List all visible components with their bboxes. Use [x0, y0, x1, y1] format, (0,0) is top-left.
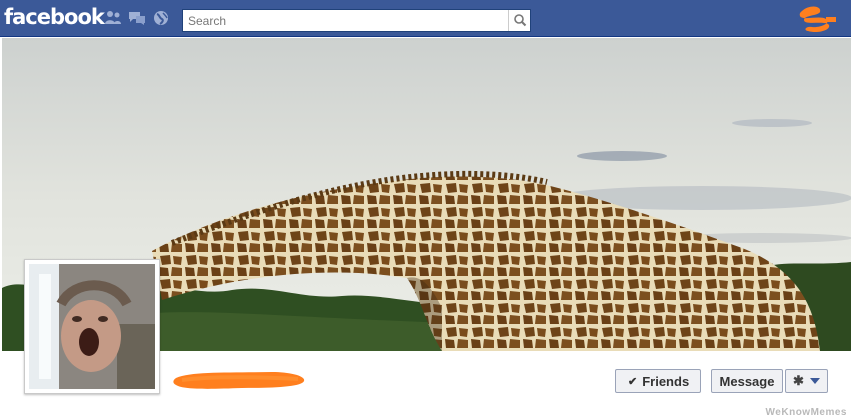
message-button[interactable]: Message — [711, 369, 783, 393]
gear-icon: ✱ — [793, 373, 804, 388]
search-input[interactable] — [183, 10, 509, 31]
profile-picture[interactable] — [24, 259, 160, 394]
friend-requests-icon[interactable] — [104, 10, 122, 26]
search-icon — [514, 14, 527, 27]
search-box — [182, 9, 531, 32]
watermark: WeKnowMemes — [765, 407, 847, 418]
friends-button[interactable]: ✔ Friends — [615, 369, 701, 393]
top-bar: facebook — [0, 0, 851, 37]
facebook-logo[interactable]: facebook — [4, 5, 105, 29]
search-button[interactable] — [508, 10, 530, 31]
redacted-user-scribble — [799, 6, 836, 33]
messages-icon[interactable] — [128, 10, 146, 26]
notifications-icon[interactable] — [152, 10, 170, 26]
profile-photo-image — [29, 264, 155, 389]
friends-button-label: Friends — [642, 373, 690, 389]
message-button-label: Message — [719, 373, 775, 389]
chevron-down-icon — [809, 378, 820, 384]
settings-dropdown-button[interactable]: ✱ — [785, 369, 828, 393]
redacted-name-scribble — [173, 372, 305, 389]
checkmark-icon: ✔ — [628, 375, 638, 388]
